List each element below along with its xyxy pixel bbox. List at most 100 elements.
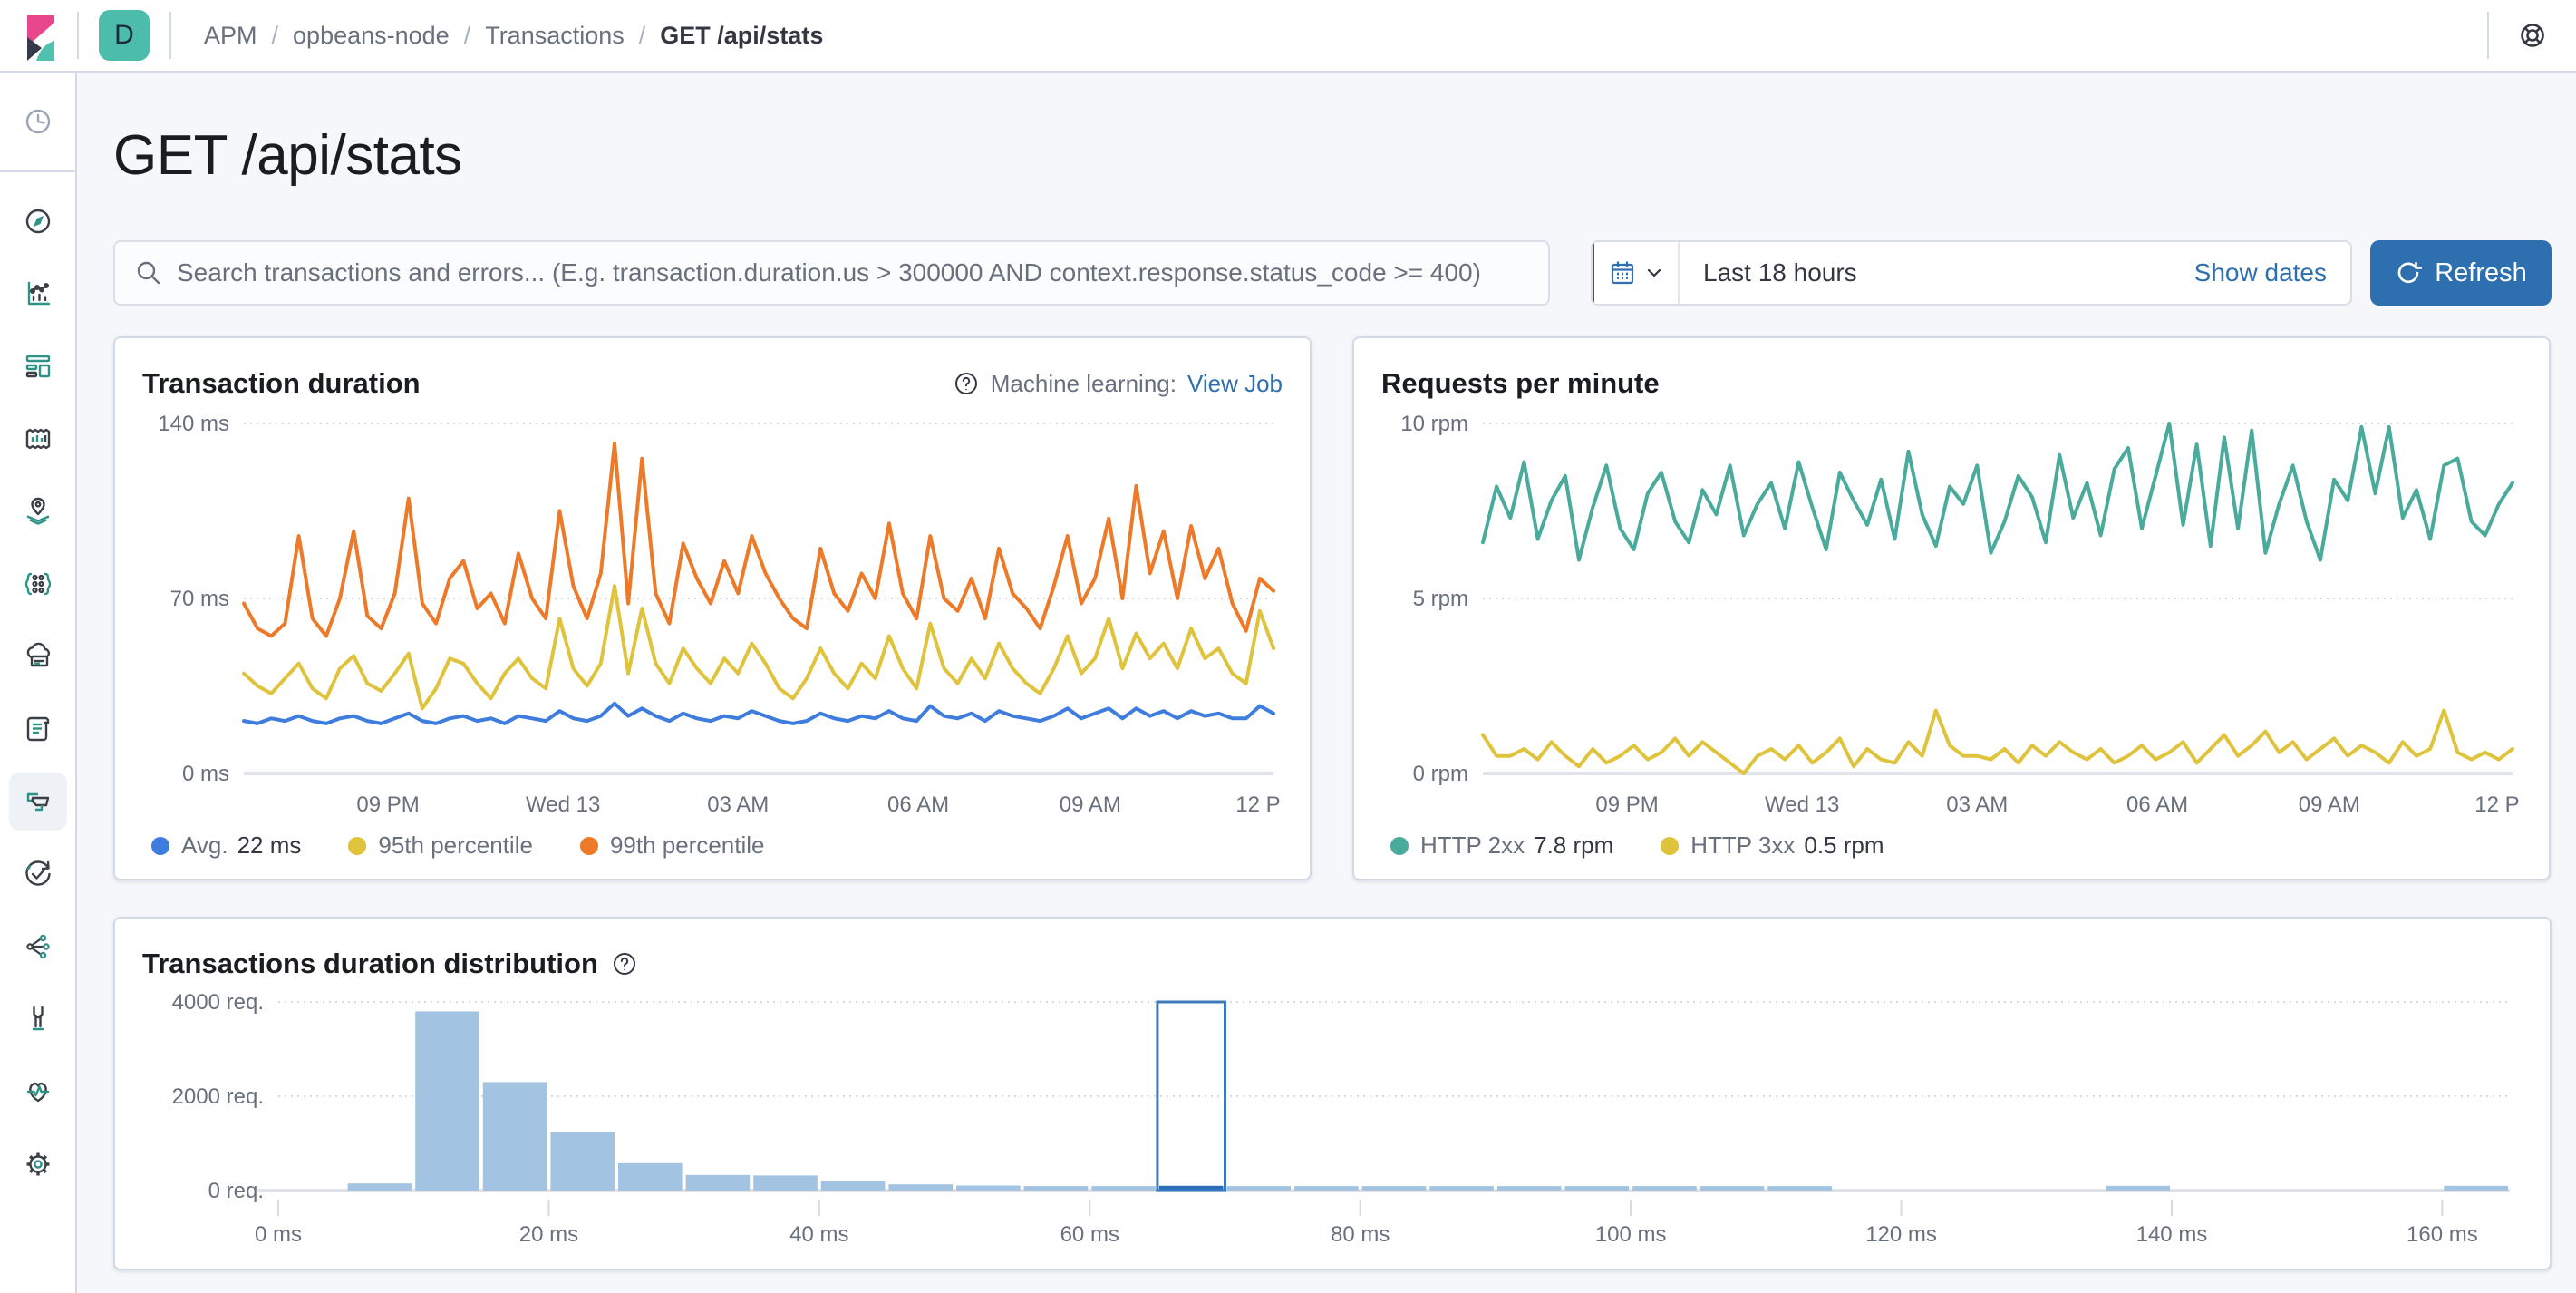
p99-legend-dot — [579, 836, 598, 855]
sidebar-item-discover[interactable] — [0, 185, 76, 258]
sidebar-item-dev-tools[interactable] — [0, 983, 76, 1055]
chevron-down-icon — [1647, 268, 1661, 277]
legend-item-avg[interactable]: Avg. 22 ms — [151, 831, 301, 860]
sidebar-item-metrics[interactable] — [0, 620, 76, 693]
http2xx-legend-dot — [1390, 836, 1409, 855]
space-initial: D — [114, 20, 134, 50]
legend-item-http3xx[interactable]: HTTP 3xx 0.5 rpm — [1661, 831, 1884, 860]
dashboard-tiles-icon — [25, 355, 50, 378]
scroll-logs-icon — [26, 716, 49, 742]
search-icon — [137, 261, 160, 285]
question-circle-icon[interactable] — [611, 950, 638, 977]
sidebar-item-maps[interactable] — [0, 475, 76, 548]
svg-text:Wed 13: Wed 13 — [1765, 792, 1839, 817]
transaction-duration-title: Transaction duration — [142, 367, 421, 399]
top-bar: D APM / opbeans-node / Transactions / GE… — [0, 0, 2576, 73]
topbar-divider — [77, 12, 79, 59]
svg-text:09 PM: 09 PM — [356, 792, 419, 817]
legend-item-http2xx[interactable]: HTTP 2xx 7.8 rpm — [1390, 831, 1613, 860]
framed-chart-icon — [25, 428, 50, 450]
apm-layers-icon — [26, 792, 49, 812]
avg-legend-dot — [151, 836, 169, 855]
svg-text:5 rpm: 5 rpm — [1413, 587, 1468, 611]
show-dates-link[interactable]: Show dates — [2194, 258, 2327, 287]
kibana-logo-icon — [26, 15, 54, 61]
svg-text:20 ms: 20 ms — [519, 1222, 578, 1247]
breadcrumb: APM / opbeans-node / Transactions / GET … — [204, 22, 823, 50]
life-ring-help-icon — [2521, 24, 2544, 47]
sidebar-item-canvas[interactable] — [0, 403, 76, 475]
help-button[interactable] — [2489, 0, 2576, 72]
time-range-label[interactable]: Last 18 hours — [1703, 258, 1857, 287]
breadcrumb-apm[interactable]: APM — [204, 22, 257, 50]
compass-icon — [25, 209, 50, 234]
svg-text:0 ms: 0 ms — [255, 1222, 302, 1247]
sidebar-item-dashboard[interactable] — [0, 330, 76, 403]
cloud-server-icon — [26, 642, 50, 667]
nodes-braces-icon — [24, 572, 51, 596]
sidebar-item-logs[interactable] — [0, 693, 76, 765]
svg-text:12 P: 12 P — [1235, 792, 1280, 817]
transaction-duration-chart[interactable]: 0 ms 70 ms 140 ms 09 PM Wed 13 03 AM 06 AM 09 A… — [142, 411, 1283, 821]
breadcrumb-transactions[interactable]: Transactions — [485, 22, 625, 50]
sidebar-item-uptime[interactable] — [0, 838, 76, 910]
controls-row: Last 18 hours Show dates Refresh — [113, 240, 2552, 306]
svg-text:4000 req.: 4000 req. — [172, 990, 264, 1015]
duration-distribution-card: Transactions duration distribution 0 req… — [113, 917, 2552, 1270]
refresh-button[interactable]: Refresh — [2370, 240, 2552, 306]
http3xx-legend-dot — [1661, 836, 1680, 855]
wrench-icon — [32, 1006, 44, 1031]
svg-text:09 AM: 09 AM — [1060, 792, 1121, 817]
svg-text:2000 req.: 2000 req. — [172, 1084, 264, 1109]
svg-text:160 ms: 160 ms — [2407, 1222, 2478, 1247]
duration-distribution-title: Transactions duration distribution — [142, 948, 638, 980]
breadcrumb-separator: / — [463, 21, 471, 49]
svg-text:0 req.: 0 req. — [208, 1179, 264, 1203]
p95-legend-dot — [348, 836, 367, 855]
sidebar-item-visualize[interactable] — [0, 258, 76, 330]
sidebar-item-recently-viewed[interactable] — [0, 76, 75, 167]
calendar-quick-select-button[interactable] — [1593, 242, 1680, 304]
calendar-icon — [1611, 261, 1634, 285]
breadcrumb-service[interactable]: opbeans-node — [293, 22, 450, 50]
svg-text:10 rpm: 10 rpm — [1400, 412, 1468, 436]
svg-text:80 ms: 80 ms — [1331, 1222, 1390, 1247]
svg-text:100 ms: 100 ms — [1595, 1222, 1667, 1247]
requests-per-minute-title: Requests per minute — [1381, 367, 1660, 399]
sidebar-item-graph[interactable] — [0, 910, 76, 983]
question-circle-icon[interactable] — [953, 370, 980, 397]
svg-text:40 ms: 40 ms — [789, 1222, 848, 1247]
heart-pulse-icon — [26, 1082, 49, 1103]
sidebar-item-apm[interactable] — [0, 765, 76, 838]
duration-distribution-chart[interactable]: 0 req. 2000 req. 4000 req. 0 ms 20 ms 40 ms 60… — [142, 989, 2523, 1249]
space-badge[interactable]: D — [99, 10, 150, 61]
transaction-duration-legend: Avg. 22 ms 95th percentile 99th percenti… — [151, 831, 1283, 860]
map-pin-layers-icon — [26, 497, 49, 525]
bar-line-chart-icon — [27, 281, 50, 306]
legend-item-99th[interactable]: 99th percentile — [579, 831, 765, 860]
share-nodes-icon — [25, 934, 50, 959]
svg-text:03 AM: 03 AM — [1946, 792, 2008, 817]
requests-per-minute-chart[interactable]: 0 rpm 5 rpm 10 rpm 09 PM Wed 13 03 AM 06 AM 09 … — [1381, 411, 2522, 821]
sidebar-item-monitoring[interactable] — [0, 1055, 76, 1128]
kibana-logo[interactable] — [0, 0, 77, 72]
refresh-label: Refresh — [2435, 258, 2527, 287]
clock-arrow-check-icon — [24, 860, 51, 886]
search-input[interactable] — [177, 258, 1530, 287]
breadcrumb-separator: / — [638, 21, 646, 49]
main-content: GET /api/stats Last 18 hours — [77, 73, 2576, 1270]
svg-text:60 ms: 60 ms — [1060, 1222, 1119, 1247]
svg-text:06 AM: 06 AM — [2126, 792, 2188, 817]
svg-text:06 AM: 06 AM — [887, 792, 949, 817]
view-job-link[interactable]: View Job — [1187, 370, 1283, 398]
svg-text:12 P: 12 P — [2474, 792, 2519, 817]
page-title: GET /api/stats — [113, 124, 462, 187]
svg-text:70 ms: 70 ms — [170, 587, 229, 611]
legend-item-95th[interactable]: 95th percentile — [348, 831, 533, 860]
gear-icon — [26, 1152, 49, 1176]
sidebar-item-management[interactable] — [0, 1128, 76, 1201]
topbar-divider-2 — [169, 12, 171, 59]
svg-text:120 ms: 120 ms — [1865, 1222, 1937, 1247]
sidebar-item-machine-learning[interactable] — [0, 548, 76, 620]
svg-text:09 AM: 09 AM — [2299, 792, 2360, 817]
